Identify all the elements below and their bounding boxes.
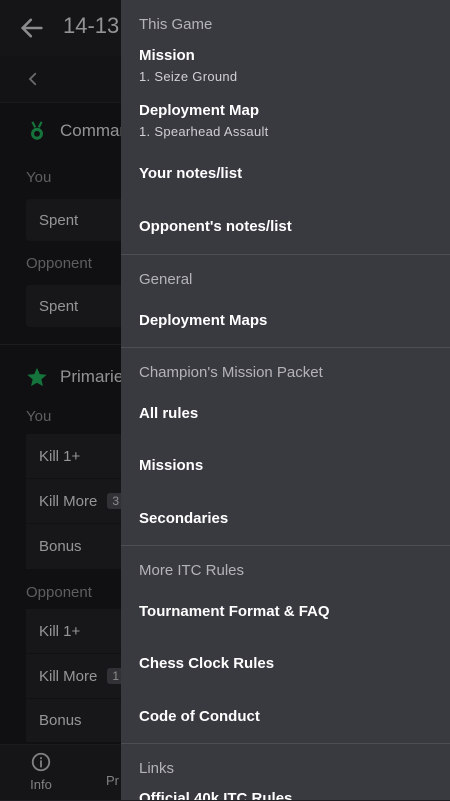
opponent-notes-item[interactable]: Opponent's notes/list [139,218,292,235]
your-notes-item[interactable]: Your notes/list [139,165,242,182]
itc-rules-header: More ITC Rules [139,562,245,579]
secondaries-item[interactable]: Secondaries [139,510,228,527]
links-header: Links [139,760,175,777]
this-game-header: This Game [139,16,213,33]
drawer-divider [121,545,450,546]
drawer-divider [121,743,450,744]
drawer-divider [121,254,450,255]
deployment-maps-item[interactable]: Deployment Maps [139,312,267,329]
chess-clock-item[interactable]: Chess Clock Rules [139,655,274,672]
mission-value: 1. Seize Ground [139,69,238,84]
navigation-drawer: This Game Mission 1. Seize Ground Deploy… [121,0,450,800]
mission-item[interactable]: Mission [139,47,195,64]
deployment-map-value: 1. Spearhead Assault [139,124,269,139]
tournament-format-item[interactable]: Tournament Format & FAQ [139,603,330,620]
champion-packet-header: Champion's Mission Packet [139,364,323,381]
all-rules-item[interactable]: All rules [139,405,198,422]
drawer-divider [121,347,450,348]
official-rules-link[interactable]: Official 40k ITC Rules [139,790,292,800]
deployment-map-item[interactable]: Deployment Map [139,102,259,119]
code-of-conduct-item[interactable]: Code of Conduct [139,708,260,725]
missions-item[interactable]: Missions [139,457,203,474]
general-header: General [139,271,193,288]
